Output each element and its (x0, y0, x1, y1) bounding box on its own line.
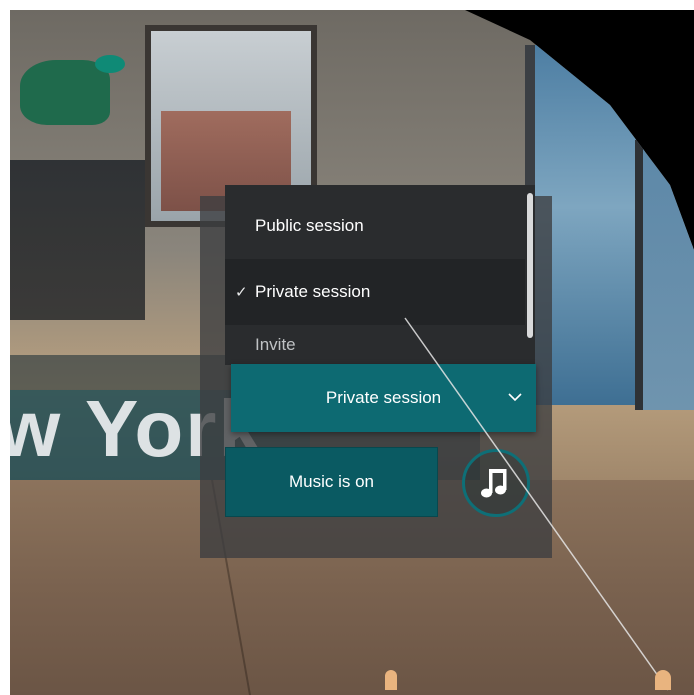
option-label: Private session (255, 282, 371, 301)
hand-right (655, 670, 671, 690)
option-label: Public session (255, 216, 364, 235)
option-invite[interactable]: Invite (225, 325, 525, 365)
music-note-icon[interactable] (462, 449, 530, 517)
option-label: Invite (255, 335, 296, 354)
music-toggle-button[interactable]: Music is on (225, 447, 438, 517)
dropdown-scrollbar[interactable] (527, 193, 533, 338)
session-dropdown-list[interactable]: Public session ✓ Private session Invite (225, 185, 535, 365)
option-public-session[interactable]: Public session (225, 193, 525, 259)
option-private-session[interactable]: ✓ Private session (225, 259, 525, 325)
session-type-select[interactable]: Private session (231, 364, 536, 432)
music-button-label: Music is on (288, 472, 375, 491)
chevron-down-icon (508, 393, 522, 402)
window-right-far (635, 140, 694, 410)
music-note-glyph (481, 469, 507, 498)
session-select-value: Private session (325, 388, 442, 407)
lamp-decoration (95, 55, 125, 73)
hand-left (385, 670, 397, 690)
check-icon: ✓ (235, 284, 248, 301)
tv-shelf (10, 160, 145, 320)
plant-decoration (20, 60, 110, 125)
